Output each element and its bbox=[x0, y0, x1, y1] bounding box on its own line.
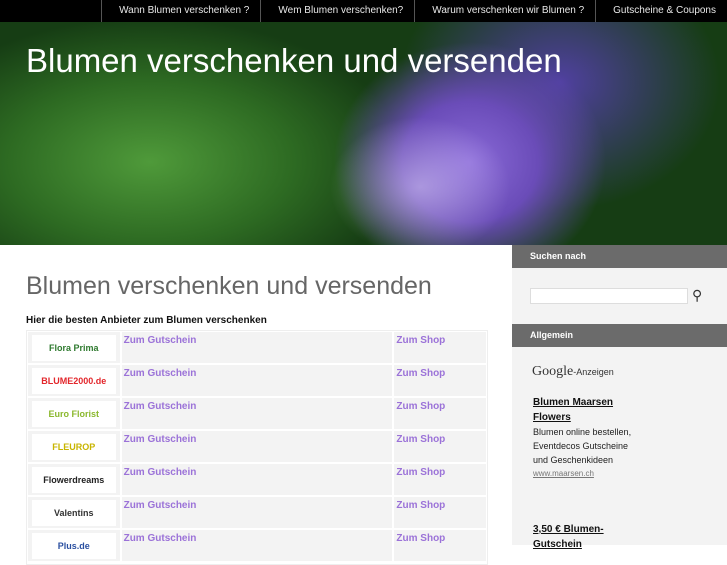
main-content: Blumen verschenken und versenden Hier di… bbox=[0, 245, 512, 565]
shop-cell: Zum Shop bbox=[394, 464, 486, 495]
voucher-link[interactable]: Zum Gutschein bbox=[122, 431, 393, 448]
provider-logo[interactable]: BLUME2000.de bbox=[31, 367, 116, 394]
voucher-link[interactable]: Zum Gutschein bbox=[122, 464, 393, 481]
header-banner: Blumen verschenken und versenden bbox=[0, 22, 727, 245]
nav-wann[interactable]: Wann Blumen verschenken ? bbox=[101, 0, 260, 22]
shop-link[interactable]: Zum Shop bbox=[394, 431, 486, 448]
shop-cell: Zum Shop bbox=[394, 398, 486, 429]
shop-cell: Zum Shop bbox=[394, 365, 486, 396]
voucher-cell: Zum Gutschein bbox=[121, 464, 393, 495]
shop-cell: Zum Shop bbox=[394, 497, 486, 528]
voucher-cell: Zum Gutschein bbox=[121, 332, 393, 363]
top-nav: Wann Blumen verschenken ? Wem Blumen ver… bbox=[0, 0, 727, 22]
search-icon[interactable]: ⚲ bbox=[692, 287, 702, 304]
sidebar: Suchen nach ⚲ Allgemein Google-Anzeigen … bbox=[512, 245, 727, 550]
ads-suffix: -Anzeigen bbox=[573, 367, 614, 377]
shop-link[interactable]: Zum Shop bbox=[394, 464, 486, 481]
logo-cell: Euro Florist bbox=[28, 398, 120, 429]
table-row: BLUME2000.de Zum Gutschein Zum Shop bbox=[28, 365, 486, 396]
site-title: Blumen verschenken und versenden bbox=[26, 42, 562, 79]
voucher-link[interactable]: Zum Gutschein bbox=[122, 398, 393, 415]
google-logo: Google bbox=[532, 364, 574, 379]
voucher-cell: Zum Gutschein bbox=[121, 365, 393, 396]
provider-logo[interactable]: FLEUROP bbox=[31, 433, 116, 460]
shop-link[interactable]: Zum Shop bbox=[394, 530, 486, 547]
logo-cell: Valentins bbox=[28, 497, 120, 528]
intro-text: Hier die besten Anbieter zum Blumen vers… bbox=[26, 315, 267, 326]
logo-cell: Plus.de bbox=[28, 530, 120, 561]
provider-logo[interactable]: Plus.de bbox=[31, 532, 116, 559]
voucher-cell: Zum Gutschein bbox=[121, 431, 393, 462]
shop-link[interactable]: Zum Shop bbox=[394, 332, 486, 349]
table-row: Flowerdreams Zum Gutschein Zum Shop bbox=[28, 464, 486, 495]
table-row: Plus.de Zum Gutschein Zum Shop bbox=[28, 530, 486, 561]
google-ads-label: Google-Anzeigen bbox=[532, 364, 614, 380]
provider-logo[interactable]: Flora Prima bbox=[31, 334, 116, 361]
nav-gutscheine[interactable]: Gutscheine & Coupons bbox=[595, 0, 727, 22]
ad-item: 3,50 € Blumen-Gutschein bbox=[533, 522, 643, 552]
voucher-cell: Zum Gutschein bbox=[121, 530, 393, 561]
shop-cell: Zum Shop bbox=[394, 431, 486, 462]
ad-title[interactable]: 3,50 € Blumen-Gutschein bbox=[533, 522, 643, 552]
shop-link[interactable]: Zum Shop bbox=[394, 497, 486, 514]
shop-link[interactable]: Zum Shop bbox=[394, 365, 486, 382]
nav-wem[interactable]: Wem Blumen verschenken? bbox=[260, 0, 414, 22]
ad-item: Blumen Maarsen Flowers Blumen online bes… bbox=[533, 395, 643, 481]
voucher-cell: Zum Gutschein bbox=[121, 497, 393, 528]
table-row: Flora Prima Zum Gutschein Zum Shop bbox=[28, 332, 486, 363]
ad-text: Blumen online bestellen, Eventdecos Guts… bbox=[533, 427, 632, 465]
logo-cell: Flowerdreams bbox=[28, 464, 120, 495]
voucher-link[interactable]: Zum Gutschein bbox=[122, 497, 393, 514]
provider-logo[interactable]: Euro Florist bbox=[31, 400, 116, 427]
shop-cell: Zum Shop bbox=[394, 530, 486, 561]
voucher-cell: Zum Gutschein bbox=[121, 398, 393, 429]
provider-table: Flora Prima Zum Gutschein Zum Shop BLUME2… bbox=[26, 330, 488, 565]
shop-link[interactable]: Zum Shop bbox=[394, 398, 486, 415]
search-heading: Suchen nach bbox=[512, 245, 727, 268]
logo-cell: FLEUROP bbox=[28, 431, 120, 462]
voucher-link[interactable]: Zum Gutschein bbox=[122, 365, 393, 382]
voucher-link[interactable]: Zum Gutschein bbox=[122, 332, 393, 349]
ad-url[interactable]: www.maarsen.ch bbox=[533, 467, 643, 481]
ad-title[interactable]: Blumen Maarsen Flowers bbox=[533, 395, 643, 425]
provider-logo[interactable]: Flowerdreams bbox=[31, 466, 116, 493]
shop-cell: Zum Shop bbox=[394, 332, 486, 363]
logo-cell: Flora Prima bbox=[28, 332, 120, 363]
search-input[interactable] bbox=[530, 288, 688, 304]
voucher-link[interactable]: Zum Gutschein bbox=[122, 530, 393, 547]
nav-warum[interactable]: Warum verschenken wir Blumen ? bbox=[414, 0, 595, 22]
table-row: Valentins Zum Gutschein Zum Shop bbox=[28, 497, 486, 528]
general-heading: Allgemein bbox=[512, 324, 727, 347]
page-title: Blumen verschenken und versenden bbox=[26, 272, 432, 300]
table-row: FLEUROP Zum Gutschein Zum Shop bbox=[28, 431, 486, 462]
provider-logo[interactable]: Valentins bbox=[31, 499, 116, 526]
logo-cell: BLUME2000.de bbox=[28, 365, 120, 396]
table-row: Euro Florist Zum Gutschein Zum Shop bbox=[28, 398, 486, 429]
